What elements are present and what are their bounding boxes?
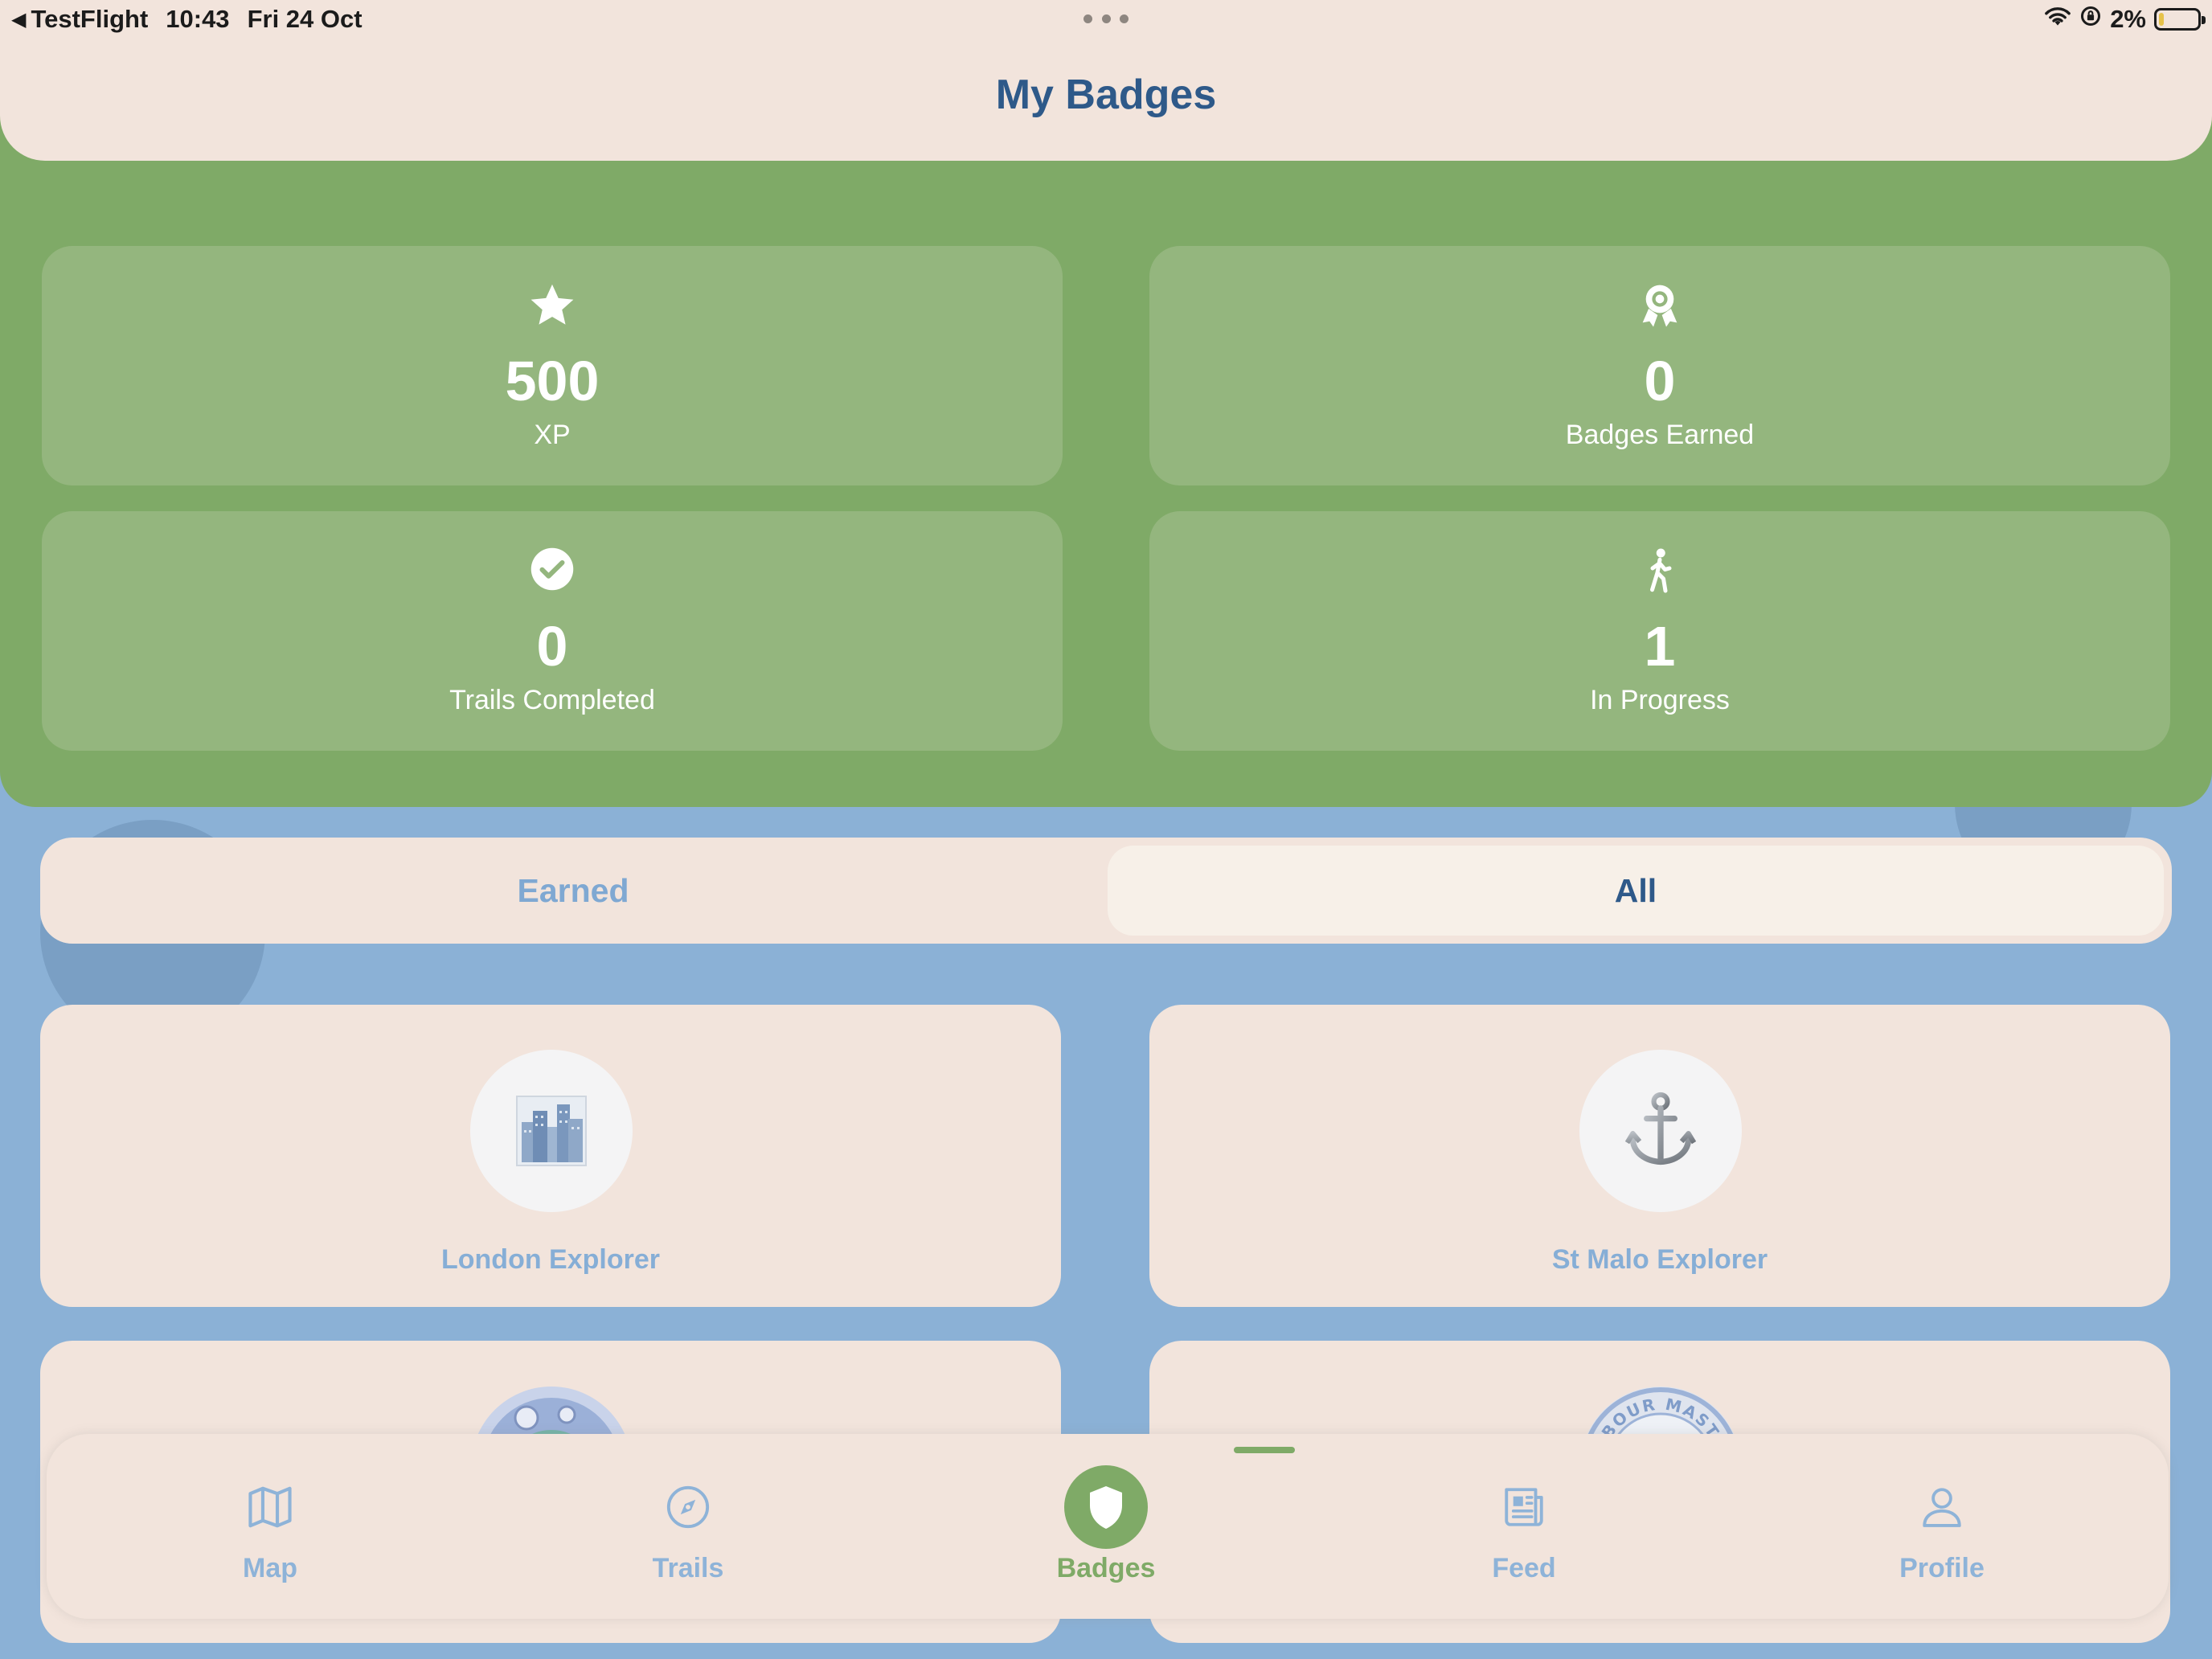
walking-figure-icon bbox=[1149, 545, 2170, 596]
checkmark-circle-icon bbox=[42, 545, 1063, 596]
badges-earned-label: Badges Earned bbox=[1565, 420, 1755, 450]
tab-profile[interactable]: Profile bbox=[1797, 1434, 2087, 1619]
shield-icon bbox=[961, 1465, 1251, 1549]
newspaper-icon bbox=[1379, 1479, 1669, 1535]
award-icon bbox=[1149, 280, 2170, 331]
segment-all[interactable]: All bbox=[1108, 846, 2164, 936]
multitasking-dots-icon[interactable] bbox=[1083, 14, 1129, 24]
tab-label: Map bbox=[243, 1553, 297, 1583]
map-icon bbox=[125, 1479, 415, 1535]
stats-panel: 500 XP 0 Badges Earned 0 Trails Complete… bbox=[0, 96, 2212, 807]
tab-trails[interactable]: Trails bbox=[543, 1434, 833, 1619]
segment-earned[interactable]: Earned bbox=[40, 838, 1106, 944]
status-left: ◀ TestFlight 10:43 Fri 24 Oct bbox=[11, 5, 380, 34]
tab-bar: Map Trails Badges Feed Profile bbox=[47, 1434, 2169, 1619]
stat-card-xp: 500 XP bbox=[42, 246, 1063, 485]
anchor-icon bbox=[1579, 1050, 1742, 1212]
in-progress-label: In Progress bbox=[1590, 685, 1730, 715]
tab-label: Feed bbox=[1492, 1553, 1556, 1583]
xp-label: XP bbox=[534, 420, 571, 450]
trails-completed-label: Trails Completed bbox=[449, 685, 655, 715]
trails-completed-value: 0 bbox=[536, 615, 568, 678]
stat-card-badges-earned: 0 Badges Earned bbox=[1149, 246, 2170, 485]
person-icon bbox=[1797, 1479, 2087, 1535]
star-icon bbox=[42, 280, 1063, 331]
status-date: Fri 24 Oct bbox=[247, 5, 363, 33]
tab-indicator bbox=[1234, 1447, 1295, 1453]
badges-earned-value: 0 bbox=[1644, 350, 1676, 412]
in-progress-value: 1 bbox=[1644, 615, 1676, 678]
header: ◀ TestFlight 10:43 Fri 24 Oct 2% My Badges bbox=[0, 0, 2212, 161]
battery-icon bbox=[2154, 8, 2206, 31]
cityscape-icon bbox=[470, 1050, 633, 1212]
battery-percent: 2% bbox=[2110, 5, 2146, 33]
tab-map[interactable]: Map bbox=[125, 1434, 415, 1619]
wifi-icon bbox=[2044, 5, 2071, 34]
xp-value: 500 bbox=[505, 350, 600, 412]
segmented-control: Earned All bbox=[40, 838, 2172, 944]
compass-icon bbox=[543, 1479, 833, 1535]
tab-label: Profile bbox=[1899, 1553, 1985, 1583]
status-time: 10:43 bbox=[166, 5, 230, 33]
status-right: 2% bbox=[2044, 5, 2206, 34]
page-title: My Badges bbox=[995, 72, 1217, 118]
status-bar: ◀ TestFlight 10:43 Fri 24 Oct 2% bbox=[0, 0, 2212, 40]
badge-name: London Explorer bbox=[441, 1244, 660, 1275]
badge-card-st-malo-explorer[interactable]: St Malo Explorer bbox=[1149, 1005, 2170, 1307]
stat-card-in-progress: 1 In Progress bbox=[1149, 511, 2170, 751]
tab-badges[interactable]: Badges bbox=[961, 1434, 1251, 1619]
back-triangle-icon[interactable]: ◀ bbox=[11, 9, 26, 31]
badge-name: St Malo Explorer bbox=[1551, 1244, 1768, 1275]
badge-card-london-explorer[interactable]: London Explorer bbox=[40, 1005, 1061, 1307]
tab-label: Badges bbox=[1056, 1553, 1156, 1583]
back-to-app-link[interactable]: TestFlight bbox=[31, 5, 148, 33]
tab-feed[interactable]: Feed bbox=[1379, 1434, 1669, 1619]
stat-card-trails-completed: 0 Trails Completed bbox=[42, 511, 1063, 751]
orientation-lock-icon bbox=[2079, 5, 2102, 34]
tab-label: Trails bbox=[652, 1553, 724, 1583]
